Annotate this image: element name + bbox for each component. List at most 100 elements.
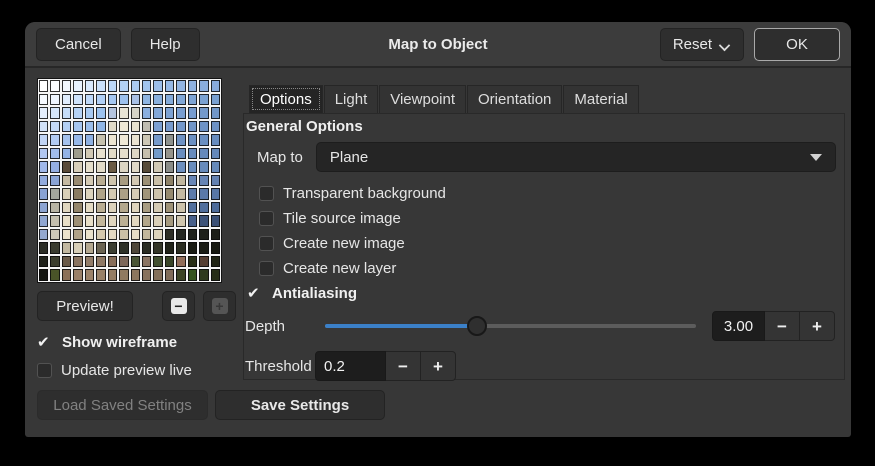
preview-controls: Preview! − +: [37, 291, 237, 321]
preview-tile: [131, 148, 140, 160]
preview-tile: [188, 148, 197, 160]
preview-tile: [62, 148, 71, 160]
preview-tile: [131, 161, 140, 173]
preview-tile: [199, 242, 208, 254]
preview-tile: [211, 134, 220, 146]
checkbox-antialiasing[interactable]: Antialiasing: [247, 281, 844, 306]
preview-tile: [131, 256, 140, 268]
preview-tile: [176, 134, 185, 146]
depth-decrement-button[interactable]: −: [765, 311, 800, 341]
depth-slider[interactable]: [325, 316, 696, 336]
depth-slider-handle[interactable]: [467, 316, 487, 336]
threshold-value[interactable]: 0.2: [315, 351, 386, 381]
preview-tile: [108, 148, 117, 160]
preview-tile: [131, 107, 140, 119]
preview-tile: [119, 148, 128, 160]
preview-tile: [119, 242, 128, 254]
preview-tile: [211, 215, 220, 227]
preview-tile: [176, 80, 185, 92]
preview-tile: [188, 269, 197, 281]
preview-tile: [153, 215, 162, 227]
checkbox-show-wireframe[interactable]: Show wireframe: [37, 334, 237, 351]
checkbox-box: [259, 236, 274, 251]
preview-tile: [39, 215, 48, 227]
preview-tile: [142, 94, 151, 106]
create-new-layer-label: Create new layer: [283, 260, 396, 277]
preview-tile: [131, 121, 140, 133]
checkbox-create-new-layer[interactable]: Create new layer: [259, 256, 844, 281]
threshold-increment-button[interactable]: +: [421, 351, 456, 381]
desktop: { "window": { "title": "Map to Object" }…: [0, 0, 875, 466]
preview-tile: [119, 107, 128, 119]
preview-tile: [85, 134, 94, 146]
preview-tile: [73, 134, 82, 146]
preview-tile: [50, 256, 59, 268]
ok-button[interactable]: OK: [754, 28, 840, 61]
preview-tile: [39, 148, 48, 160]
preview-tile: [39, 229, 48, 241]
preview-tile: [199, 256, 208, 268]
preview-tile: [188, 188, 197, 200]
preview-tile: [119, 175, 128, 187]
preview-tile: [142, 80, 151, 92]
preview-tile: [165, 148, 174, 160]
preview-tile: [85, 121, 94, 133]
preview-tile: [85, 229, 94, 241]
preview-tile: [211, 256, 220, 268]
preview-tile: [73, 161, 82, 173]
tab-material[interactable]: Material: [563, 85, 638, 113]
checkbox-create-new-image[interactable]: Create new image: [259, 231, 844, 256]
preview-tile: [153, 256, 162, 268]
preview-tile: [73, 80, 82, 92]
reset-button[interactable]: Reset: [660, 28, 744, 61]
save-settings-button[interactable]: Save Settings: [215, 390, 385, 420]
map-to-dropdown[interactable]: Plane: [316, 142, 836, 172]
zoom-in-button[interactable]: +: [203, 291, 236, 321]
preview-tile: [176, 202, 185, 214]
preview-tile: [176, 161, 185, 173]
preview-tile: [211, 188, 220, 200]
zoom-in-icon: +: [212, 298, 228, 314]
dropdown-arrow-icon: [810, 154, 822, 161]
checkbox-tile-source-image[interactable]: Tile source image: [259, 206, 844, 231]
load-saved-settings-button[interactable]: Load Saved Settings: [37, 390, 208, 420]
preview-tile: [39, 188, 48, 200]
preview-tile: [188, 256, 197, 268]
preview-tile: [211, 229, 220, 241]
preview-tile: [119, 256, 128, 268]
tab-viewpoint[interactable]: Viewpoint: [379, 85, 466, 113]
depth-row: Depth 3.00 − +: [245, 311, 835, 341]
tab-options[interactable]: Options: [249, 85, 323, 113]
preview-tile: [73, 94, 82, 106]
preview-tile: [165, 134, 174, 146]
map-to-label: Map to: [257, 149, 303, 166]
preview-tile: [188, 202, 197, 214]
tab-light[interactable]: Light: [324, 85, 379, 113]
transparent-background-label: Transparent background: [283, 185, 446, 202]
preview-tile: [96, 188, 105, 200]
help-button[interactable]: Help: [131, 28, 200, 61]
preview-tile: [50, 229, 59, 241]
depth-value[interactable]: 3.00: [712, 311, 765, 341]
preview-tile: [119, 161, 128, 173]
depth-increment-button[interactable]: +: [800, 311, 835, 341]
zoom-out-button[interactable]: −: [162, 291, 195, 321]
preview-tile: [199, 215, 208, 227]
threshold-decrement-button[interactable]: −: [386, 351, 421, 381]
preview-tile: [165, 161, 174, 173]
preview-area[interactable]: [37, 78, 222, 283]
map-to-row: Map to Plane: [257, 142, 836, 172]
preview-tile: [176, 148, 185, 160]
preview-tile: [62, 121, 71, 133]
preview-tile: [50, 80, 59, 92]
preview-tile: [108, 121, 117, 133]
preview-button[interactable]: Preview!: [37, 291, 133, 321]
cancel-button[interactable]: Cancel: [36, 28, 121, 61]
preview-tile: [119, 80, 128, 92]
tab-orientation[interactable]: Orientation: [467, 85, 562, 113]
checkbox-update-preview-live[interactable]: Update preview live: [37, 362, 237, 379]
checkbox-transparent-background[interactable]: Transparent background: [259, 181, 844, 206]
preview-tile: [73, 202, 82, 214]
checkbox-box: [259, 261, 274, 276]
preview-tile: [62, 215, 71, 227]
